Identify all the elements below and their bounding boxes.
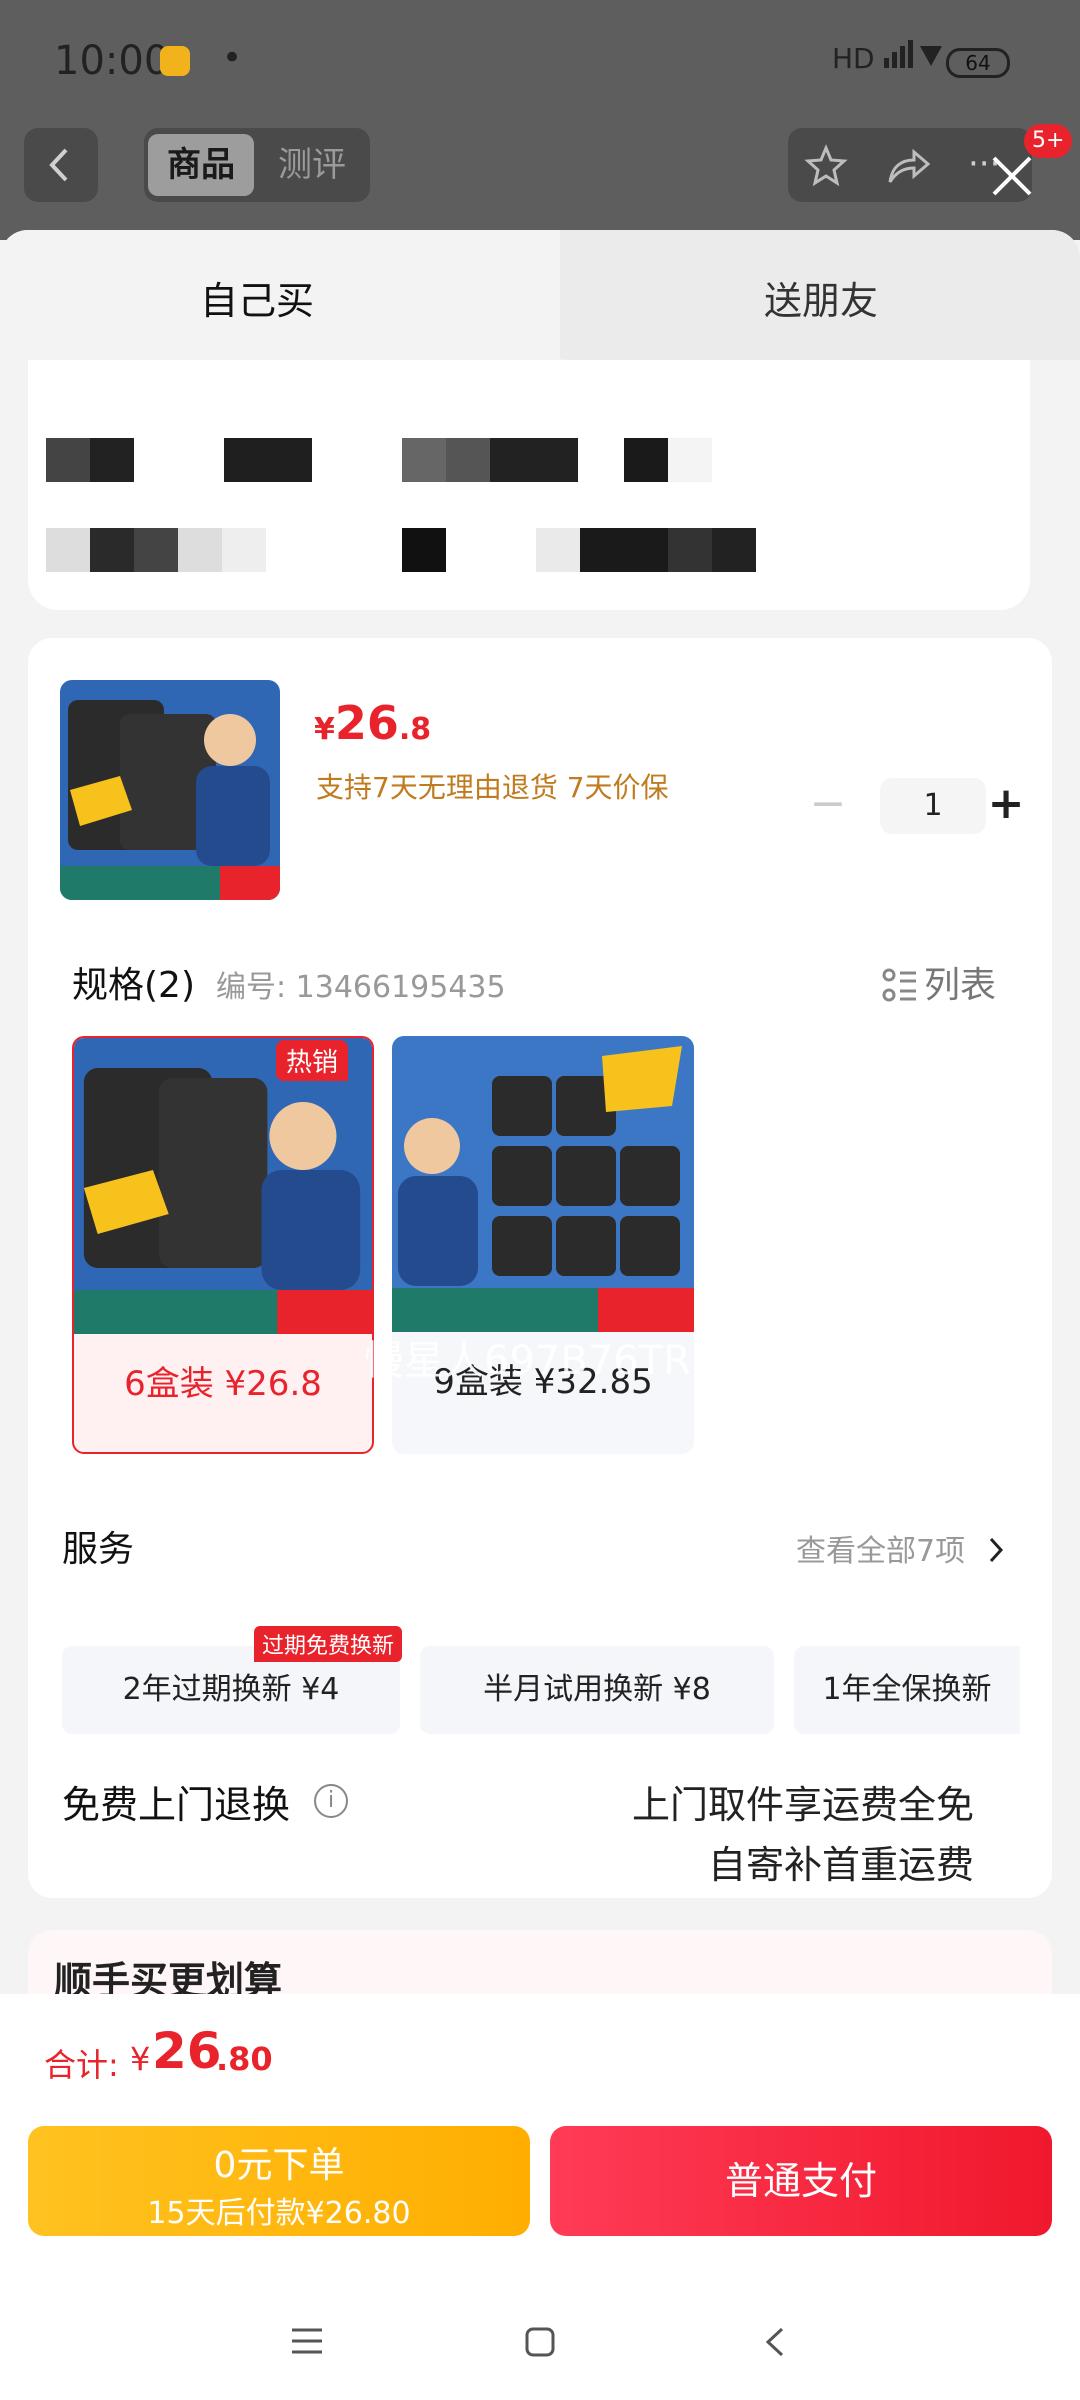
services-view-all[interactable]: 查看全部7项 <box>796 1526 1007 1570</box>
share-icon[interactable] <box>884 144 932 188</box>
chevron-left-icon <box>49 148 68 182</box>
services-title: 服务 <box>62 1529 135 1570</box>
app-notification-icon <box>160 46 190 76</box>
wifi-icon <box>883 40 942 68</box>
price-decimal: .8 <box>398 712 432 747</box>
redacted-block <box>178 528 222 572</box>
signal-icon: HD <box>832 40 944 75</box>
service-promise: 支持7天无理由退货 7天价保 <box>316 771 669 804</box>
variant-label: 6盒装 ¥26.8 <box>124 1364 322 1404</box>
product-image <box>60 680 280 900</box>
menu-icon[interactable] <box>290 2326 324 2356</box>
quantity-stepper: − 1 + <box>798 778 1024 834</box>
info-icon[interactable]: i <box>314 1784 348 1818</box>
specs-title: 规格(2) <box>72 965 195 1006</box>
redacted-block <box>46 438 90 482</box>
redacted-block <box>224 438 312 482</box>
tab-goods[interactable]: 商品 <box>148 134 254 196</box>
product-number: 编号: 13466195435 <box>216 970 506 1005</box>
total-currency: ¥ <box>130 2040 151 2078</box>
address-card[interactable] <box>28 360 1030 610</box>
redacted-block <box>402 528 446 572</box>
back-nav-icon[interactable] <box>762 2326 788 2358</box>
product-thumbnail[interactable] <box>60 680 280 900</box>
list-view-toggle[interactable]: 列表 <box>882 956 996 1008</box>
decrease-button[interactable]: − <box>798 778 858 834</box>
quantity-input[interactable]: 1 <box>880 778 986 834</box>
tab-gift-friend[interactable]: 送朋友 <box>764 270 878 325</box>
close-icon[interactable] <box>986 150 1038 202</box>
redacted-block <box>668 438 712 482</box>
segment-control: 商品 测评 <box>144 128 370 202</box>
redacted-block <box>222 528 266 572</box>
redacted-block <box>46 528 90 572</box>
system-nav-bar <box>0 2290 1080 2400</box>
battery-icon: 64 <box>946 48 1010 78</box>
tab-review[interactable]: 测评 <box>262 134 362 196</box>
redacted-block <box>490 438 578 482</box>
return-note-line2: 自寄补首重运费 <box>707 1843 974 1887</box>
list-icon <box>882 968 916 1002</box>
pay-later-title: 0元下单 <box>213 2145 345 2186</box>
free-return-title: 免费上门退换 <box>62 1783 291 1827</box>
redacted-block <box>580 528 668 572</box>
return-note-line1: 上门取件享运费全免 <box>631 1783 974 1827</box>
service-badge: 过期免费换新 <box>254 1626 403 1662</box>
variant-image <box>392 1036 694 1332</box>
total-label: 合计: <box>44 2046 119 2084</box>
total-integer: 26 <box>152 2022 222 2080</box>
redacted-block <box>90 438 134 482</box>
variant-option[interactable]: 9盒装 ¥32.85 <box>392 1036 694 1454</box>
redacted-block <box>624 438 668 482</box>
redacted-block <box>90 528 134 572</box>
variant-option[interactable]: 6盒装 ¥26.8 <box>72 1036 374 1454</box>
service-option[interactable]: 半月试用换新 ¥8 <box>420 1646 774 1734</box>
increase-button[interactable]: + <box>986 778 1026 834</box>
status-bar: 10:00 • HD 64 <box>0 0 1080 120</box>
variant-image <box>74 1038 372 1334</box>
redacted-block <box>446 438 490 482</box>
pay-button[interactable]: 普通支付 <box>550 2126 1052 2236</box>
back-button[interactable] <box>24 128 98 202</box>
product-card: ¥26.8 支持7天无理由退货 7天价保 − 1 + 规格(2) 编号: 134… <box>28 638 1052 1898</box>
pay-later-button[interactable]: 0元下单 15天后付款¥26.80 <box>28 2126 530 2236</box>
service-option[interactable]: 1年全保换新 <box>794 1646 1020 1734</box>
product-price: ¥26.8 <box>314 696 431 750</box>
watermark: 慢星人697B76TR1 <box>364 1338 717 1384</box>
redacted-block <box>402 438 446 482</box>
home-icon[interactable] <box>524 2326 556 2358</box>
redacted-block <box>712 528 756 572</box>
services-view-all-label: 查看全部7项 <box>796 1534 966 1569</box>
dot-icon: • <box>222 38 243 78</box>
signal-label: HD <box>832 42 875 75</box>
total-decimal: .80 <box>216 2040 273 2078</box>
price-currency: ¥ <box>314 712 335 747</box>
redacted-block <box>668 528 712 572</box>
hot-sale-badge: 热销 <box>276 1040 349 1081</box>
star-icon[interactable] <box>804 144 848 188</box>
redacted-block <box>134 528 178 572</box>
redacted-block <box>536 528 580 572</box>
tab-buy-self[interactable]: 自己买 <box>200 270 314 325</box>
list-view-label: 列表 <box>924 965 997 1006</box>
pay-later-subtitle: 15天后付款¥26.80 <box>147 2196 411 2231</box>
price-integer: 26 <box>334 696 399 750</box>
status-time: 10:00 <box>54 38 170 84</box>
chevron-right-icon <box>989 1537 1003 1563</box>
